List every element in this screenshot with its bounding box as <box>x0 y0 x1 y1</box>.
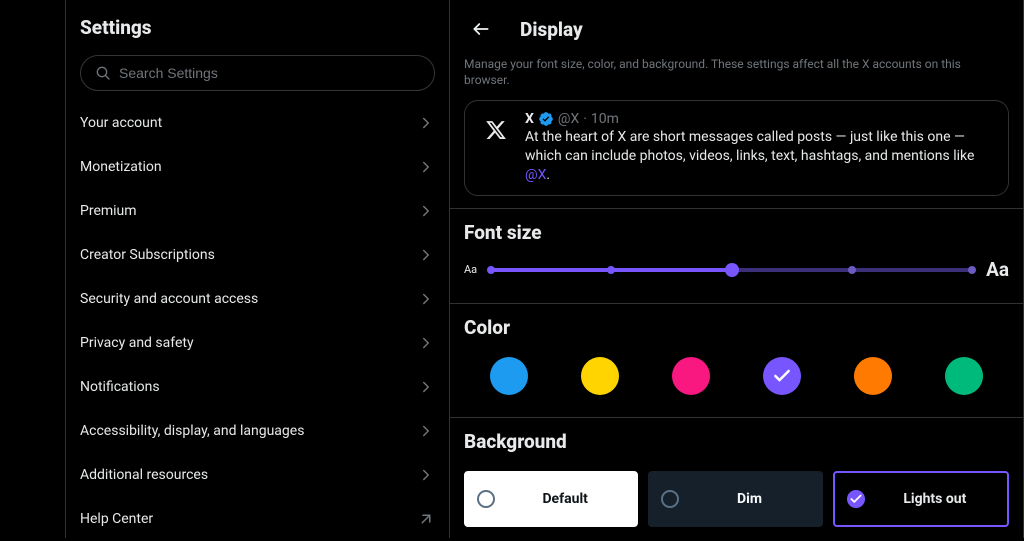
background-option-label: Lights out <box>875 491 995 507</box>
color-swatch-blue[interactable] <box>490 357 528 395</box>
section-background: Background Default Dim Lights out <box>450 418 1023 538</box>
settings-menu-item[interactable]: Security and account access <box>66 277 449 321</box>
radio-indicator <box>477 490 495 508</box>
post-body: At the heart of X are short messages cal… <box>525 128 996 185</box>
settings-menu-item[interactable]: Your account <box>66 101 449 145</box>
menu-item-label: Premium <box>80 203 137 219</box>
x-logo-icon <box>485 119 507 141</box>
font-size-min-label: Aa <box>464 263 477 276</box>
search-icon <box>95 65 111 81</box>
color-swatch-purple[interactable] <box>763 357 801 395</box>
post-time: 10m <box>591 111 619 127</box>
menu-item-label: Monetization <box>80 159 162 175</box>
display-header: Display <box>450 0 1023 54</box>
menu-item-label: Accessibility, display, and languages <box>80 423 304 439</box>
font-size-row: Aa Aa <box>464 258 1009 281</box>
chevron-right-icon <box>417 290 435 308</box>
chevron-right-icon <box>417 202 435 220</box>
font-size-heading: Font size <box>464 221 1009 244</box>
menu-item-label: Your account <box>80 115 162 131</box>
external-link-icon <box>417 510 435 528</box>
settings-sidebar: Settings Your account Monetization Premium… <box>65 0 450 538</box>
background-option[interactable]: Dim <box>648 471 822 527</box>
settings-menu-item[interactable]: Notifications <box>66 365 449 409</box>
verified-badge-icon <box>538 111 554 127</box>
color-heading: Color <box>464 316 1009 339</box>
post-header: X @X · 10m <box>525 111 996 127</box>
post-handle: @X <box>558 111 579 127</box>
menu-item-label: Help Center <box>80 511 153 527</box>
menu-item-label: Additional resources <box>80 467 208 483</box>
radio-indicator <box>661 490 679 508</box>
color-swatch-orange[interactable] <box>854 357 892 395</box>
background-option[interactable]: Default <box>464 471 638 527</box>
settings-menu-item[interactable]: Additional resources <box>66 453 449 497</box>
search-input[interactable] <box>119 65 420 81</box>
menu-item-label: Notifications <box>80 379 160 395</box>
background-heading: Background <box>464 430 1009 453</box>
background-option[interactable]: Lights out <box>833 471 1009 527</box>
arrow-left-icon <box>471 19 491 39</box>
section-color: Color <box>450 304 1023 418</box>
page-title: Display <box>520 18 583 41</box>
settings-menu-item[interactable]: Help Center <box>66 497 449 541</box>
font-size-step[interactable] <box>848 266 856 274</box>
color-swatch-yellow[interactable] <box>581 357 619 395</box>
search-wrap <box>66 55 449 101</box>
sample-post: X @X · 10m At the heart of X are short m… <box>464 100 1009 196</box>
avatar <box>477 111 515 149</box>
post-mention[interactable]: @X <box>525 167 546 183</box>
font-size-max-label: Aa <box>986 258 1009 281</box>
background-option-label: Dim <box>689 491 809 507</box>
post-body-text-after: . <box>546 167 550 183</box>
post-author-name: X <box>525 111 534 127</box>
color-swatch-green[interactable] <box>945 357 983 395</box>
font-size-slider[interactable] <box>491 260 972 280</box>
chevron-right-icon <box>417 158 435 176</box>
settings-menu: Your account Monetization Premium Creator S… <box>66 101 449 541</box>
post-body-text: At the heart of X are short messages cal… <box>525 129 974 164</box>
check-icon <box>772 366 792 386</box>
settings-menu-item[interactable]: Monetization <box>66 145 449 189</box>
chevron-right-icon <box>417 246 435 264</box>
menu-item-label: Security and account access <box>80 291 258 307</box>
settings-title: Settings <box>66 12 449 55</box>
check-icon <box>849 492 863 506</box>
settings-menu-item[interactable]: Creator Subscriptions <box>66 233 449 277</box>
color-swatch-pink[interactable] <box>672 357 710 395</box>
section-font-size: Font size Aa Aa <box>450 208 1023 304</box>
font-size-step[interactable] <box>968 266 976 274</box>
menu-item-label: Creator Subscriptions <box>80 247 215 263</box>
chevron-right-icon <box>417 422 435 440</box>
settings-menu-item[interactable]: Accessibility, display, and languages <box>66 409 449 453</box>
chevron-right-icon <box>417 466 435 484</box>
settings-menu-item[interactable]: Privacy and safety <box>66 321 449 365</box>
font-size-step[interactable] <box>607 266 615 274</box>
font-size-handle[interactable] <box>725 263 739 277</box>
color-swatches <box>464 353 1009 395</box>
background-options: Default Dim Lights out <box>464 467 1009 527</box>
search-settings[interactable] <box>80 55 435 91</box>
radio-indicator <box>847 490 865 508</box>
menu-item-label: Privacy and safety <box>80 335 194 351</box>
back-button[interactable] <box>464 12 498 46</box>
font-size-step[interactable] <box>487 266 495 274</box>
settings-menu-item[interactable]: Premium <box>66 189 449 233</box>
page-description: Manage your font size, color, and backgr… <box>450 54 1023 100</box>
post-meta-sep: · <box>583 111 587 127</box>
chevron-right-icon <box>417 114 435 132</box>
chevron-right-icon <box>417 378 435 396</box>
chevron-right-icon <box>417 334 435 352</box>
background-option-label: Default <box>505 491 625 507</box>
post-content: X @X · 10m At the heart of X are short m… <box>525 111 996 185</box>
display-panel: Display Manage your font size, color, an… <box>450 0 1024 538</box>
